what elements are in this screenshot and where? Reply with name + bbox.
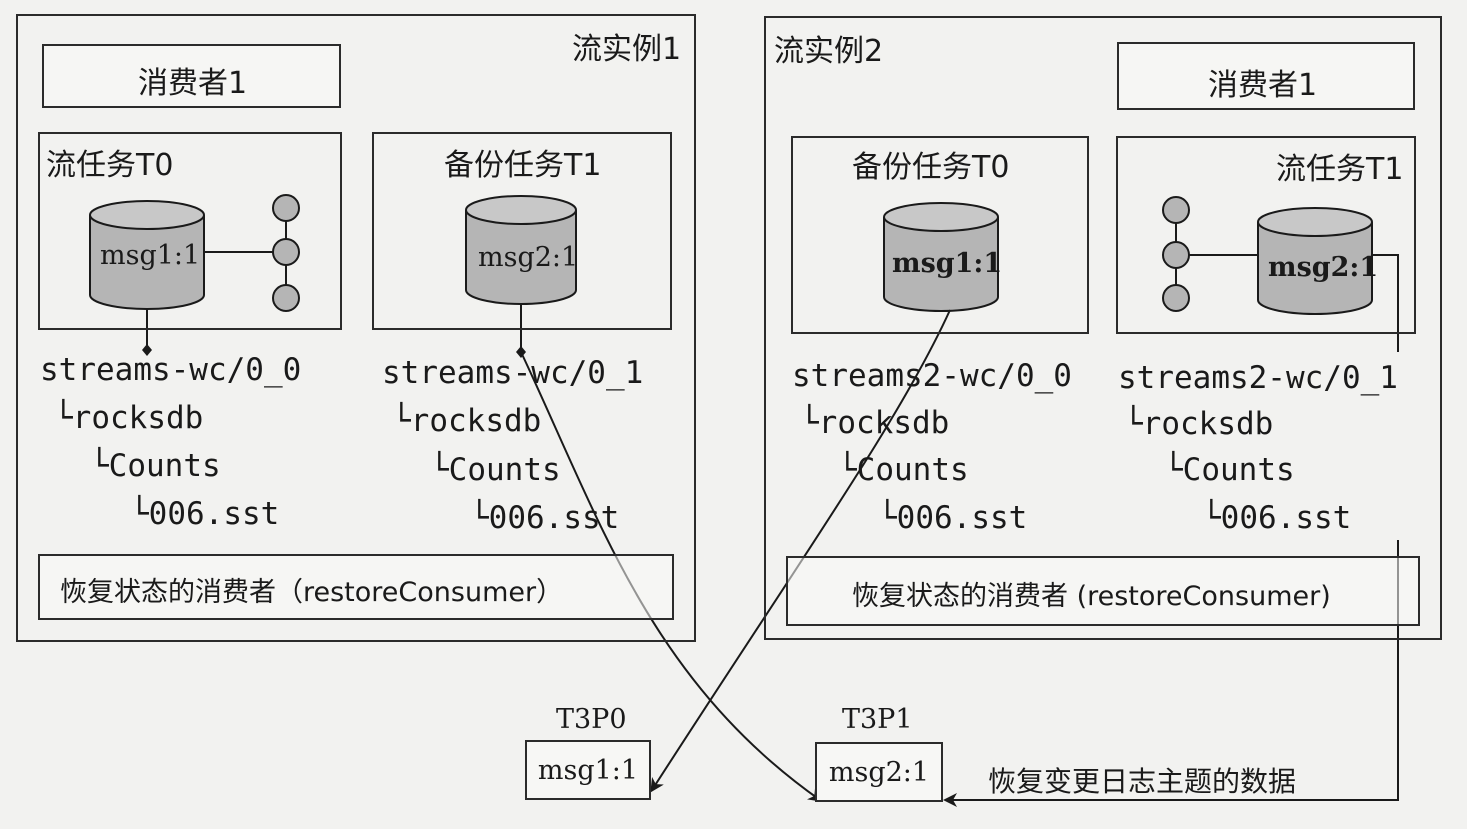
state-dir-rocksdb: └rocksdb	[1124, 406, 1274, 442]
state-dir-rocksdb: └rocksdb	[392, 403, 542, 439]
state-dir-path: streams-wc/0_0	[40, 352, 302, 388]
state-dir-file: └006.sst	[878, 500, 1028, 536]
state-dir-path: streams2-wc/0_0	[792, 358, 1072, 394]
instance-title: 流实例2	[774, 34, 884, 69]
store-label: msg2:1	[1268, 252, 1379, 283]
state-dir-path: streams-wc/0_1	[382, 355, 644, 391]
state-dir-rocksdb: └rocksdb	[54, 400, 204, 436]
instance-title: 流实例1	[572, 32, 682, 67]
topic-partition-box: msg2:1	[815, 742, 943, 802]
changelog-restore-label: 恢复变更日志主题的数据	[988, 765, 1297, 798]
state-dir-store: └Counts	[838, 452, 969, 488]
state-dir-store: └Counts	[430, 452, 561, 488]
task-title: 流任务T1	[1276, 152, 1404, 187]
state-dir-rocksdb: └rocksdb	[800, 405, 950, 441]
task-title: 备份任务T1	[444, 148, 602, 183]
topic-partition-box: msg1:1	[525, 740, 651, 800]
restore-consumer-label: 恢复状态的消费者 (restoreConsumer)	[852, 581, 1331, 612]
store-label: msg2:1	[478, 242, 579, 273]
state-dir-file: └006.sst	[1202, 500, 1352, 536]
consumer-label: 消费者1	[1208, 68, 1318, 103]
state-dir-file: └006.sst	[130, 496, 280, 532]
store-label: msg1:1	[100, 240, 201, 271]
topic-partition-name: T3P0	[556, 704, 627, 735]
state-dir-path: streams2-wc/0_1	[1118, 360, 1398, 396]
state-dir-store: └Counts	[90, 448, 221, 484]
task-title: 流任务T0	[46, 148, 174, 183]
topic-partition-name: T3P1	[842, 704, 913, 735]
store-label: msg1:1	[892, 248, 1003, 279]
consumer-label: 消费者1	[138, 66, 248, 101]
state-dir-store: └Counts	[1164, 452, 1295, 488]
restore-consumer-label: 恢复状态的消费者（restoreConsumer）	[60, 577, 564, 608]
state-dir-file: └006.sst	[470, 500, 620, 536]
task-title: 备份任务T0	[852, 150, 1010, 185]
